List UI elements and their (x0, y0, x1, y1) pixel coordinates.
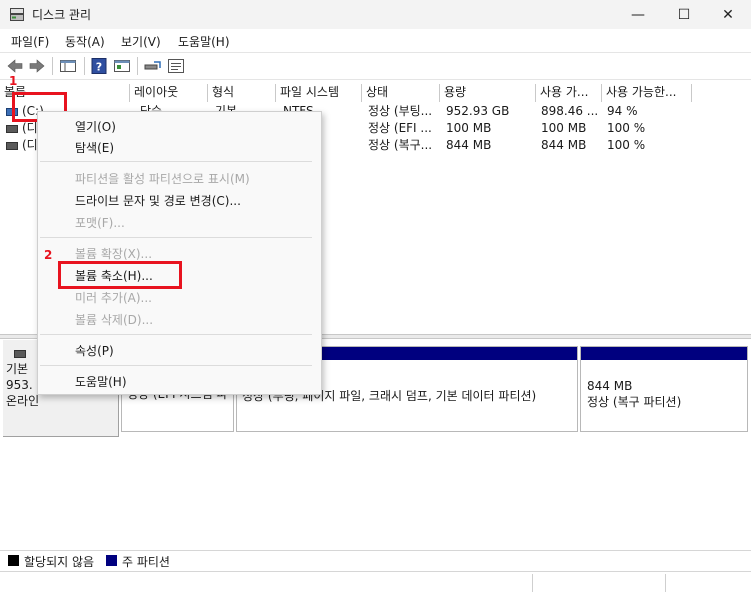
annotation-highlight-shrink (58, 261, 182, 289)
status-separator (665, 574, 666, 592)
column-header-capacity[interactable]: 용량 (440, 84, 536, 102)
status-separator (532, 574, 533, 592)
menu-item-open[interactable]: 열기(O) (75, 118, 116, 135)
column-header-percent-free[interactable]: 사용 가능한... (602, 84, 692, 102)
window-title: 디스크 관리 (32, 8, 92, 22)
menu-item-delete-volume: 볼륨 삭제(D)... (75, 313, 154, 327)
volume-icon (6, 142, 18, 150)
toolbar-separator (84, 57, 85, 75)
maximize-button[interactable]: ☐ (661, 0, 707, 29)
volume-status: 정상 (부팅... (368, 104, 433, 118)
legend-primary-label: 주 파티션 (122, 555, 170, 569)
menu-item-extend-volume: 볼륨 확장(X)... (75, 247, 153, 261)
annotation-step-1: 1 (9, 74, 18, 88)
menu-help[interactable]: 도움말(H) (178, 33, 230, 50)
column-header-layout[interactable]: 레이아웃 (130, 84, 208, 102)
disk-icon (14, 350, 26, 358)
svg-text:?: ? (96, 61, 102, 74)
forward-arrow-icon[interactable] (27, 56, 47, 76)
menu-item-format: 포맷(F)... (75, 216, 125, 230)
status-bar (0, 571, 751, 594)
menu-item-explore[interactable]: 탐색(E) (75, 139, 114, 156)
partition-recovery[interactable]: 844 MB 정상 (복구 파티션) (580, 346, 748, 432)
back-arrow-icon[interactable] (5, 56, 25, 76)
connect-icon[interactable] (143, 56, 163, 76)
partition-size: 844 MB (587, 379, 633, 393)
menu-separator (40, 161, 312, 162)
menu-item-properties[interactable]: 속성(P) (75, 342, 114, 359)
menu-item-help[interactable]: 도움말(H) (75, 373, 127, 390)
volume-capacity: 844 MB (446, 138, 492, 152)
partition-color-bar (581, 347, 747, 360)
legend-unallocated-label: 할당되지 않음 (24, 555, 95, 569)
toolbar-separator (52, 57, 53, 75)
volume-percent-free: 100 % (607, 121, 646, 135)
properties-icon[interactable] (112, 56, 132, 76)
volume-percent-free: 100 % (607, 138, 646, 152)
annotation-step-2: 2 (44, 248, 53, 262)
column-header-type[interactable]: 형식 (208, 84, 276, 102)
menu-view[interactable]: 보기(V) (121, 33, 161, 50)
menu-item-add-mirror: 미러 추가(A)... (75, 291, 152, 305)
legend-primary-swatch (106, 555, 117, 566)
close-button[interactable]: ✕ (705, 0, 751, 29)
menu-file[interactable]: 파일(F) (11, 33, 49, 50)
menu-separator (40, 237, 312, 238)
column-header-free-space[interactable]: 사용 가... (536, 84, 602, 102)
menu-action[interactable]: 동작(A) (65, 33, 105, 50)
volume-free-space: 844 MB (541, 138, 587, 152)
volume-status: 정상 (EFI ... (368, 121, 432, 135)
volume-free-space: 100 MB (541, 121, 587, 135)
list-view-icon[interactable] (166, 56, 186, 76)
disk-management-icon (10, 8, 24, 21)
column-header-filesystem[interactable]: 파일 시스템 (276, 84, 362, 102)
menu-separator (40, 334, 312, 335)
partition-status: 정상 (복구 파티션) (587, 395, 682, 409)
menu-item-mark-active: 파티션을 활성 파티션으로 표시(M) (75, 172, 250, 186)
column-header-status[interactable]: 상태 (362, 84, 440, 102)
menu-bar (0, 29, 751, 52)
menu-item-change-drive-letter[interactable]: 드라이브 문자 및 경로 변경(C)... (75, 192, 241, 209)
volume-percent-free: 94 % (607, 104, 638, 118)
volume-icon (6, 125, 18, 133)
volume-status: 정상 (복구... (368, 138, 433, 152)
minimize-button[interactable]: — (615, 0, 661, 29)
volume-capacity: 952.93 GB (446, 104, 510, 118)
volume-capacity: 100 MB (446, 121, 492, 135)
legend-unallocated-swatch (8, 555, 19, 566)
volume-free-space: 898.46 ... (541, 104, 599, 118)
menu-separator (40, 365, 312, 366)
toolbar-separator (137, 57, 138, 75)
disk-status: 온라인 (6, 394, 40, 408)
console-tree-icon[interactable] (58, 56, 78, 76)
help-icon[interactable]: ? (89, 56, 109, 76)
